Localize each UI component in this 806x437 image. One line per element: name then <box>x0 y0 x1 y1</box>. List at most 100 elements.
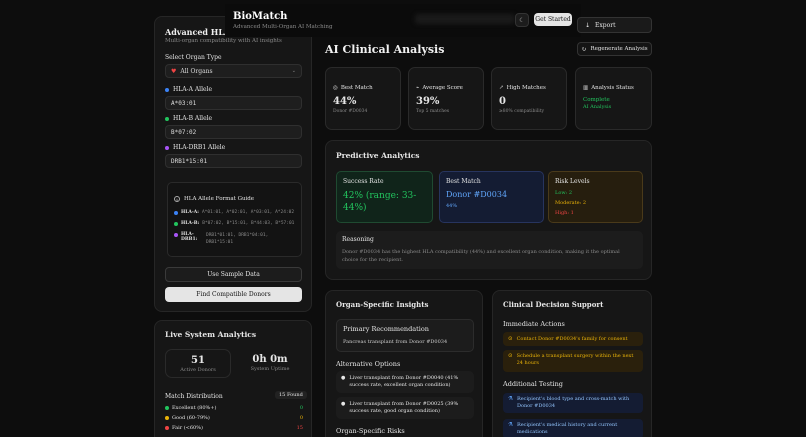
immediate-action-text: Schedule a transplant surgery within the… <box>516 353 634 366</box>
yellow-dot-icon <box>165 416 169 420</box>
refresh-icon: ↻ <box>581 45 587 53</box>
testing-text: Recipient's blood type and cross-match w… <box>516 396 630 409</box>
purple-dot-icon <box>165 145 169 150</box>
organ-risks-title: Organ-Specific Risks <box>336 427 405 435</box>
found-badge: 15 Found <box>275 391 307 399</box>
blurred-nav <box>415 14 515 24</box>
app-title: BioMatch <box>233 11 288 22</box>
stat-analysis-status: ▥ Analysis Status Complete AI Analysis <box>575 67 652 130</box>
predictive-analytics-panel: Predictive Analytics Success Rate 42% (r… <box>325 140 652 280</box>
active-donors-label: Active Donors <box>180 367 216 373</box>
stat-sub: Donor #D0034 <box>333 109 368 114</box>
distribution-row-fair: Fair (<60%) 15 <box>165 425 303 431</box>
green-dot-icon <box>165 116 169 121</box>
stat-header: ↗ High Matches <box>499 85 546 91</box>
hla-drb1-input[interactable]: DRB1*15:01 <box>165 154 302 168</box>
export-button[interactable]: ⤓ Export <box>577 17 652 33</box>
primary-value: Pancreas transplant from Donor #D0034 <box>343 339 448 345</box>
live-analytics-panel: Live System Analytics 51 Active Donors 0… <box>154 320 312 437</box>
panel-subtitle: Multi-organ compatibility with AI insigh… <box>165 38 282 44</box>
alternative-item: ● Liver transplant from Donor #D0040 (41… <box>336 371 474 393</box>
alert-icon: ⊙ <box>508 336 513 342</box>
hla-b-input[interactable]: B*07:02 <box>165 125 302 139</box>
stat-header: ▥ Analysis Status <box>583 85 634 91</box>
organ-insights-title: Organ-Specific Insights <box>336 300 429 309</box>
best-match-label: Best Match <box>446 178 481 185</box>
alternative-item: ● Liver transplant from Donor #D0025 (39… <box>336 397 474 419</box>
stat-label: Average Score <box>422 85 463 91</box>
alternative-options-title: Alternative Options <box>336 360 401 368</box>
stat-sub: AI Analysis <box>583 104 612 110</box>
stat-value: 44% <box>333 96 357 107</box>
get-started-button[interactable]: Get Started <box>534 13 572 26</box>
regenerate-label: Regenerate Analysis <box>590 46 648 52</box>
stat-sub: ≥80% compatibility <box>499 109 545 114</box>
find-compatible-donors-button[interactable]: Find Compatible Donors <box>165 287 302 302</box>
distribution-title: Match Distribution <box>165 393 223 400</box>
distribution-count: 15 <box>296 425 303 431</box>
active-donors-box: 51 Active Donors <box>165 349 231 378</box>
best-match-value: Donor #D0034 <box>446 190 508 199</box>
testing-text: Recipient's medical history and current … <box>516 422 618 435</box>
target-icon: ◎ <box>333 85 338 91</box>
page-title: AI Clinical Analysis <box>325 43 445 56</box>
app-header: BioMatch Advanced Multi-Organ AI Matchin… <box>225 4 581 37</box>
risk-levels-label: Risk Levels <box>555 178 590 185</box>
uptime-value: 0h 0m <box>252 354 288 365</box>
testing-item: ⚗ Recipient's medical history and curren… <box>503 419 643 437</box>
hla-a-label-row: HLA-A Allele <box>165 86 212 93</box>
stat-value: 0 <box>499 96 506 107</box>
format-guide: i HLA Allele Format Guide HLA-A: A*01:01… <box>167 182 302 257</box>
reasoning-label: Reasoning <box>342 236 374 243</box>
distribution-label: Excellent (80%+) <box>172 405 217 411</box>
risk-low: Low: 2 <box>555 190 573 196</box>
flask-icon: ⚗ <box>508 396 513 402</box>
guide-value: A*01:01, A*02:01, A*03:01, A*24:02 <box>201 210 295 215</box>
chart-icon: ⌁ <box>416 85 420 91</box>
hla-a-input[interactable]: A*03:01 <box>165 96 302 110</box>
stat-value: 39% <box>416 96 440 107</box>
distribution-label: Good (60-79%) <box>172 415 210 421</box>
success-rate-box: Success Rate 42% (range: 33-44%) <box>336 171 433 223</box>
best-match-box: Best Match Donor #D0034 44% <box>439 171 544 223</box>
distribution-label: Fair (<60%) <box>172 425 203 431</box>
stat-header: ◎ Best Match <box>333 85 373 91</box>
bar-chart-icon: ▥ <box>583 85 589 91</box>
best-match-sub: 44% <box>446 203 458 209</box>
guide-value: DRB1*01:01, DRB1*04:01, DRB1*15:01 <box>206 233 269 245</box>
organ-type-select[interactable]: ♥ All Organs ⌄ <box>165 64 302 78</box>
stat-sub: Top 5 matches <box>416 109 450 114</box>
guide-row-b: HLA-B: B*07:02, B*15:01, B*44:03, B*57:0… <box>174 221 294 226</box>
green-dot-icon <box>165 406 169 410</box>
uptime-box: 0h 0m System Uptime <box>237 349 303 378</box>
chevron-down-icon: ⌄ <box>291 68 296 74</box>
stat-label: High Matches <box>506 85 546 91</box>
distribution-count: 0 <box>299 415 303 421</box>
clinical-support-panel: Clinical Decision Support Immediate Acti… <box>492 290 652 437</box>
success-rate-label: Success Rate <box>343 178 384 185</box>
guide-label: HLA-A: <box>181 210 199 215</box>
format-guide-header: i HLA Allele Format Guide <box>174 196 254 202</box>
regenerate-analysis-button[interactable]: ↻ Regenerate Analysis <box>577 42 652 56</box>
stat-best-match: ◎ Best Match 44% Donor #D0034 <box>325 67 401 130</box>
format-guide-title: HLA Allele Format Guide <box>184 196 255 202</box>
hla-b-label-row: HLA-B Allele <box>165 115 212 122</box>
reasoning-text: Donor #D0034 has the highest HLA compati… <box>342 249 620 263</box>
active-donors-value: 51 <box>191 355 205 366</box>
uptime-label: System Uptime <box>250 366 290 372</box>
distribution-row-excellent: Excellent (80%+) 0 <box>165 405 303 411</box>
success-rate-value: 42% (range: 33-44%) <box>343 191 417 213</box>
risk-high: High: 1 <box>555 210 574 216</box>
alternative-text: Liver transplant from Donor #D0040 (41% … <box>349 375 459 388</box>
organ-insights-panel: Organ-Specific Insights Primary Recommen… <box>325 290 483 437</box>
bullet-icon: ● <box>341 401 346 407</box>
organ-type-value: All Organs <box>180 67 213 75</box>
use-sample-data-button[interactable]: Use Sample Data <box>165 267 302 282</box>
distribution-count: 0 <box>299 405 303 411</box>
stat-label: Analysis Status <box>591 85 634 91</box>
hla-b-label: HLA-B Allele <box>173 115 213 122</box>
theme-toggle-button[interactable]: ☾ <box>515 13 529 27</box>
trending-up-icon: ↗ <box>499 85 504 91</box>
guide-row-a: HLA-A: A*01:01, A*02:01, A*03:01, A*24:0… <box>174 210 294 215</box>
blue-dot-icon <box>165 87 169 92</box>
